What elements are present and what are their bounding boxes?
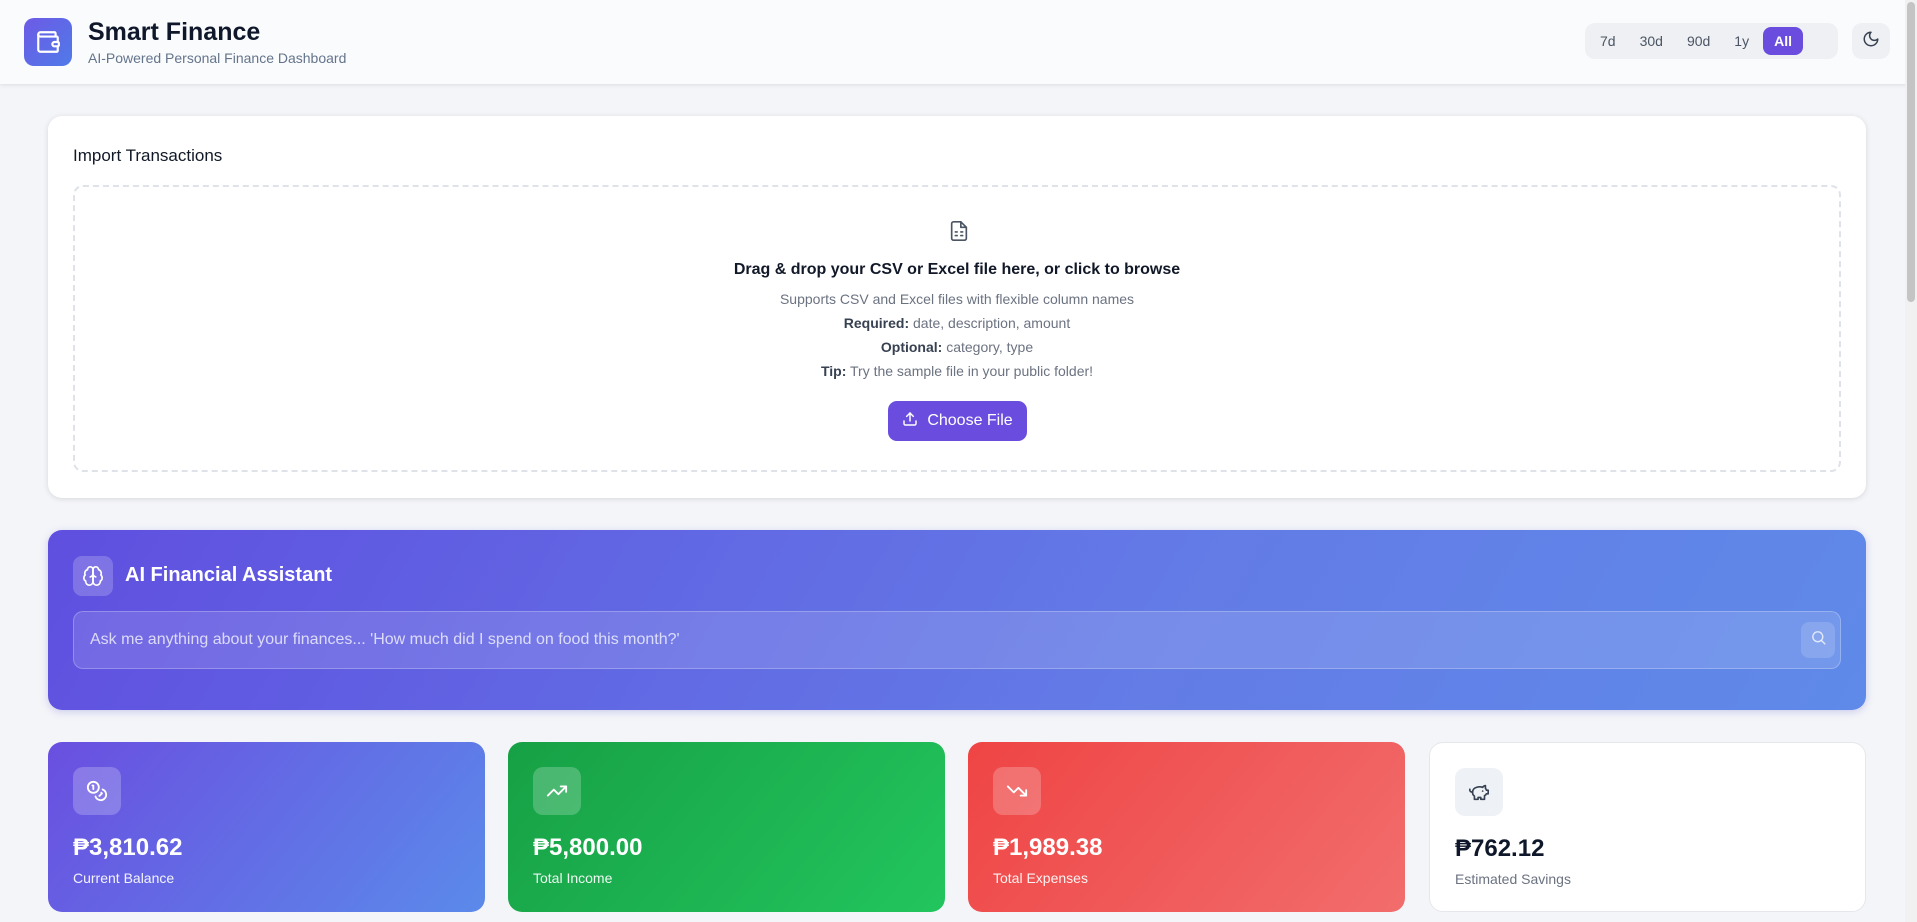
file-spreadsheet-icon [948, 219, 972, 245]
piggy-bank-icon [1455, 768, 1503, 816]
current-balance-value: ₱3,810.62 [73, 834, 183, 861]
tip-label: Tip: [820, 363, 847, 379]
range-90d-button[interactable]: 90d [1677, 27, 1720, 55]
tip-value: Try the sample file in your public folde… [850, 363, 1094, 379]
theme-toggle-button[interactable] [1852, 23, 1890, 59]
upload-icon [902, 411, 918, 432]
dropzone-optional-line: Optional: category, type [75, 339, 1839, 355]
ai-assistant-title: AI Financial Assistant [125, 564, 333, 586]
scrollbar-thumb[interactable] [1907, 2, 1915, 302]
ai-assistant-card: AI Financial Assistant [48, 530, 1866, 710]
import-transactions-card: Import Transactions Drag & drop your CSV… [48, 116, 1866, 498]
trending-up-icon [533, 767, 581, 815]
total-income-card: ₱5,800.00 Total Income [508, 742, 945, 912]
trending-down-icon [993, 767, 1041, 815]
ai-query-box [73, 611, 1841, 669]
current-balance-card: ₱3,810.62 Current Balance [48, 742, 485, 912]
page-scrollbar[interactable] [1905, 0, 1917, 922]
choose-file-button[interactable]: Choose File [888, 401, 1027, 441]
dropzone-supports-text: Supports CSV and Excel files with flexib… [779, 291, 1135, 307]
import-title: Import Transactions [73, 146, 223, 165]
coins-icon [73, 767, 121, 815]
total-expenses-card: ₱1,989.38 Total Expenses [968, 742, 1405, 912]
estimated-savings-card: ₱762.12 Estimated Savings [1429, 742, 1866, 912]
total-expenses-value: ₱1,989.38 [993, 834, 1103, 861]
estimated-savings-label: Estimated Savings [1455, 871, 1571, 887]
range-7d-button[interactable]: 7d [1590, 27, 1626, 55]
brain-icon [73, 556, 113, 596]
search-icon [1810, 629, 1827, 651]
ai-search-button[interactable] [1801, 622, 1835, 658]
app-header: Smart Finance AI-Powered Personal Financ… [0, 0, 1917, 84]
optional-label: Optional: [880, 339, 943, 355]
moon-icon [1862, 30, 1880, 53]
required-value: date, description, amount [913, 315, 1071, 331]
range-30d-button[interactable]: 30d [1630, 27, 1673, 55]
estimated-savings-value: ₱762.12 [1455, 835, 1545, 862]
required-label: Required: [843, 315, 910, 331]
ai-query-input[interactable] [74, 612, 1774, 668]
wallet-icon [24, 18, 72, 66]
range-1y-button[interactable]: 1y [1724, 27, 1759, 55]
date-range-selector: 7d 30d 90d 1y All [1585, 23, 1838, 59]
range-all-button[interactable]: All [1763, 27, 1803, 55]
file-dropzone[interactable]: Drag & drop your CSV or Excel file here,… [73, 185, 1841, 472]
choose-file-label: Choose File [927, 412, 1013, 429]
dropzone-instruction: Drag & drop your CSV or Excel file here,… [733, 261, 1181, 278]
total-expenses-label: Total Expenses [993, 870, 1088, 886]
dropzone-required-line: Required: date, description, amount [75, 315, 1839, 331]
dropzone-tip-line: Tip: Try the sample file in your public … [75, 363, 1839, 379]
current-balance-label: Current Balance [73, 870, 175, 886]
optional-value: category, type [946, 339, 1034, 355]
total-income-label: Total Income [533, 870, 613, 886]
total-income-value: ₱5,800.00 [533, 834, 643, 861]
app-title: Smart Finance [88, 18, 261, 46]
app-subtitle: AI-Powered Personal Finance Dashboard [88, 50, 347, 66]
